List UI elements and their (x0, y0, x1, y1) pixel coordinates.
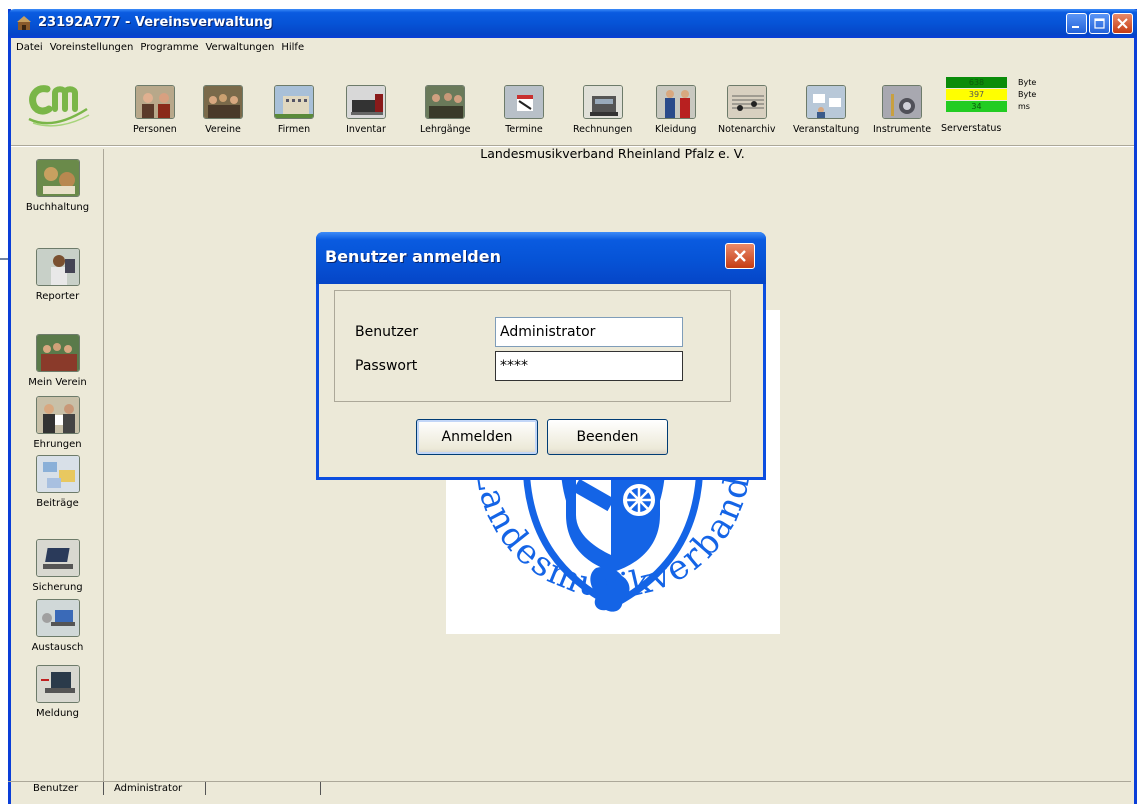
toolbar-vereine[interactable]: Vereine (203, 85, 243, 135)
my-club-photo-icon (35, 334, 80, 372)
status-separator (320, 782, 321, 795)
window-title: 23192A777 - Vereinsverwaltung (38, 15, 273, 30)
menu-voreinstellungen[interactable]: Voreinstellungen (50, 42, 134, 53)
close-icon (1117, 18, 1128, 29)
toolbar-instrumente[interactable]: Instrumente (873, 85, 931, 135)
people-photo-icon (134, 85, 175, 119)
password-label: Passwort (355, 358, 418, 374)
sidebar: Buchhaltung Reporter Mein Verein Ehrunge… (11, 149, 104, 789)
menu-programme[interactable]: Programme (140, 42, 198, 53)
bytes-sent-unit: Byte (1018, 78, 1037, 87)
minimize-icon (1072, 26, 1079, 28)
menu-datei[interactable]: Datei (16, 42, 43, 53)
quit-button[interactable]: Beenden (547, 419, 668, 455)
calendar-photo-icon (504, 85, 544, 119)
contributions-photo-icon (35, 455, 80, 493)
status-user-value: Administrator (114, 783, 183, 794)
sidebar-item-mein-verein[interactable]: Mein Verein (11, 334, 104, 388)
sidebar-item-buchhaltung[interactable]: Buchhaltung (11, 159, 104, 213)
close-window-button[interactable] (1112, 13, 1133, 34)
server-status: 638 Byte 397 Byte 34 ms Serverstatus (941, 77, 1036, 137)
sidebar-item-austausch[interactable]: Austausch (11, 599, 104, 653)
server-status-label: Serverstatus (941, 123, 1002, 134)
laptop-exchange-icon (35, 599, 80, 637)
bytes-received-unit: Byte (1018, 90, 1037, 99)
login-dialog: Benutzer anmelden Benutzer Passwort Anme… (316, 232, 766, 480)
maximize-icon (1094, 18, 1105, 29)
close-icon (734, 250, 746, 262)
status-user-label: Benutzer (33, 783, 79, 794)
laptop-backup-icon (35, 539, 80, 577)
toolbar-firmen[interactable]: Firmen (274, 85, 314, 135)
sidebar-item-beitraege[interactable]: Beiträge (11, 455, 104, 509)
toolbar-inventar[interactable]: Inventar (346, 85, 386, 135)
status-bar: Benutzer Administrator (8, 781, 1131, 795)
uniform-photo-icon (655, 85, 696, 119)
toolbar-termine[interactable]: Termine (504, 85, 544, 135)
organization-name: Landesmusikverband Rheinland Pfalz e. V. (480, 146, 745, 161)
toolbar: Personen Vereine Firmen Inventar Lehrgän… (11, 57, 1134, 145)
latency-bar: 34 (946, 101, 1007, 112)
toolbar-notenarchiv[interactable]: Notenarchiv (718, 85, 776, 135)
maximize-button[interactable] (1089, 13, 1110, 34)
sidebar-item-reporter[interactable]: Reporter (11, 248, 104, 302)
toolbar-lehrgaenge[interactable]: Lehrgänge (420, 85, 470, 135)
laptop-report-icon (35, 665, 80, 703)
cash-register-icon (582, 85, 623, 119)
login-button[interactable]: Anmelden (416, 419, 538, 455)
latency-unit: ms (1018, 102, 1030, 111)
event-photo-icon (806, 85, 847, 119)
menu-verwaltungen[interactable]: Verwaltungen (205, 42, 274, 53)
sheet-music-icon (726, 85, 767, 119)
toolbar-rechnungen[interactable]: Rechnungen (573, 85, 632, 135)
reporter-photo-icon (35, 248, 80, 286)
toolbar-personen[interactable]: Personen (133, 85, 177, 135)
dialog-title-bar[interactable]: Benutzer anmelden (316, 232, 766, 284)
user-label: Benutzer (355, 324, 419, 340)
toolbar-kleidung[interactable]: Kleidung (655, 85, 696, 135)
course-photo-icon (425, 85, 466, 119)
status-separator (103, 782, 104, 795)
bytes-sent-bar: 638 (946, 77, 1007, 88)
title-bar[interactable]: 23192A777 - Vereinsverwaltung (8, 9, 1137, 38)
dialog-title: Benutzer anmelden (325, 247, 501, 266)
password-field[interactable] (495, 351, 683, 381)
honors-photo-icon (35, 396, 80, 434)
dialog-close-button[interactable] (725, 243, 755, 269)
menu-bar: Datei Voreinstellungen Programme Verwalt… (11, 38, 1134, 56)
bytes-received-bar: 397 (946, 89, 1007, 100)
sidebar-item-sicherung[interactable]: Sicherung (11, 539, 104, 593)
accounting-photo-icon (35, 159, 80, 197)
building-photo-icon (274, 85, 314, 119)
app-logo (28, 85, 90, 127)
sidebar-item-ehrungen[interactable]: Ehrungen (11, 396, 104, 450)
inventory-photo-icon (346, 85, 386, 119)
toolbar-veranstaltung[interactable]: Veranstaltung (793, 85, 859, 135)
menu-hilfe[interactable]: Hilfe (281, 42, 304, 53)
sidebar-item-meldung[interactable]: Meldung (11, 665, 104, 719)
instruments-photo-icon (882, 85, 923, 119)
status-separator (205, 782, 206, 795)
user-field[interactable] (495, 317, 683, 347)
minimize-button[interactable] (1066, 13, 1087, 34)
club-group-photo-icon (203, 85, 243, 119)
app-icon (17, 16, 31, 30)
